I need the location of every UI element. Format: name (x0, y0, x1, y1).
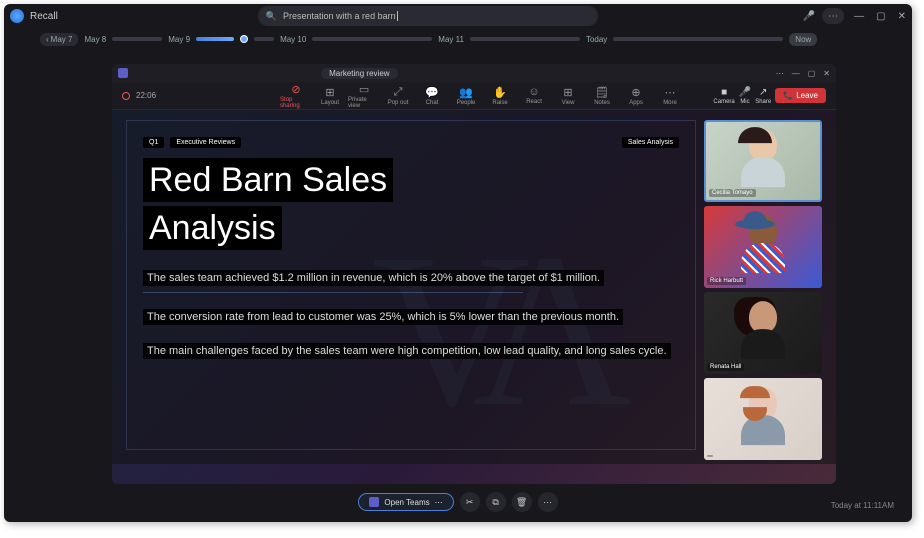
timeline-date[interactable]: May 8 (84, 35, 106, 44)
mic-button[interactable]: 🎤Mic (739, 87, 751, 105)
slide-paragraph: The conversion rate from lead to custome… (143, 307, 679, 327)
participant-name (707, 455, 713, 457)
teams-more-icon[interactable]: ⋯ (776, 69, 784, 78)
toolbar-more-button[interactable]: ⋯More (654, 83, 686, 109)
teams-window: Marketing review ⋯ — ▢ ✕ 22:06 ⊘Stop sha… (112, 64, 836, 464)
shared-slide: Q1 Executive Reviews Sales Analysis Red … (126, 120, 696, 450)
timeline[interactable]: ‹ May 7 May 8 May 9 May 10 May 11 Today … (4, 28, 912, 50)
toolbar-private-view-button[interactable]: ▭Private view (348, 83, 380, 109)
timeline-segment[interactable] (254, 37, 274, 41)
slide-paragraph: The sales team achieved $1.2 million in … (143, 268, 679, 288)
toolbar-react-button[interactable]: ☺React (518, 83, 550, 109)
teams-close-icon[interactable]: ✕ (823, 69, 830, 78)
search-value: Presentation with a red barn (283, 11, 396, 21)
copy-button[interactable]: ⧉ (486, 492, 506, 512)
teams-logo-icon (118, 68, 128, 78)
toolbar-layout-button[interactable]: ⊞Layout (314, 83, 346, 109)
divider (143, 292, 523, 293)
slide-tag: Executive Reviews (170, 137, 241, 148)
recall-logo-icon (10, 9, 24, 23)
teams-minimize-icon[interactable]: — (792, 69, 800, 78)
search-icon: 🔍 (266, 11, 277, 22)
toolbar-chat-button[interactable]: 💬Chat (416, 83, 448, 109)
share-button[interactable]: ↗Share (755, 87, 771, 105)
timeline-date[interactable]: May 10 (280, 35, 306, 44)
snapshot-viewport: VA Marketing review ⋯ — ▢ ✕ 22:06 ⊘Stop … (112, 64, 836, 484)
minimize-button[interactable]: — (854, 11, 864, 22)
slide-tag: Q1 (143, 137, 164, 148)
slide-tag: Sales Analysis (622, 137, 679, 148)
timeline-segment[interactable] (112, 37, 162, 41)
teams-logo-icon (369, 497, 379, 507)
maximize-button[interactable]: ▢ (876, 11, 885, 22)
app-name: Recall (30, 11, 58, 22)
slide-paragraph: The main challenges faced by the sales t… (143, 341, 679, 361)
participant-video[interactable]: Cecilia Tomayo (704, 120, 822, 202)
toolbar-pop-out-button[interactable]: ⤢Pop out (382, 83, 414, 109)
participant-name: Cecilia Tomayo (709, 189, 756, 197)
timeline-date[interactable]: Today (586, 35, 607, 44)
toolbar-raise-button[interactable]: ✋Raise (484, 83, 516, 109)
toolbar-apps-button[interactable]: ⊕Apps (620, 83, 652, 109)
timeline-now-button[interactable]: Now (789, 33, 817, 46)
timeline-segment[interactable] (613, 37, 783, 41)
delete-button[interactable]: 🗑 (512, 492, 532, 512)
open-app-button[interactable]: Open Teams ⋯ (358, 493, 453, 511)
crop-button[interactable]: ✂ (460, 492, 480, 512)
leave-button[interactable]: 📞 Leave (775, 88, 826, 103)
toolbar-people-button[interactable]: 👥People (450, 83, 482, 109)
participant-video[interactable] (704, 378, 822, 460)
timeline-segment[interactable] (312, 37, 432, 41)
participant-video[interactable]: Renata Hall (704, 292, 822, 374)
participant-video[interactable]: Rick Harbutt (704, 206, 822, 288)
timeline-segment[interactable] (470, 37, 580, 41)
recording-icon (122, 92, 130, 100)
chevron-down-icon: ⋯ (435, 498, 443, 507)
snapshot-timestamp: Today at 11:11AM (831, 501, 894, 510)
meeting-timer: 22:06 (136, 91, 156, 100)
timeline-date[interactable]: May 11 (438, 35, 464, 44)
participant-strip: Cecilia Tomayo Rick Harbutt Renata Hall (704, 120, 822, 460)
toolbar-stop-sharing-button[interactable]: ⊘Stop sharing (280, 83, 312, 109)
timeline-date[interactable]: May 9 (168, 35, 190, 44)
timeline-playhead[interactable] (240, 35, 248, 43)
search-input[interactable]: 🔍 Presentation with a red barn (258, 6, 598, 26)
timeline-back-button[interactable]: ‹ May 7 (40, 33, 78, 46)
slide-title: Red Barn Sales Analysis (143, 158, 679, 254)
participant-name: Rick Harbutt (707, 277, 746, 285)
search-more-button[interactable]: ⋯ (822, 8, 844, 24)
camera-button[interactable]: ■Camera (713, 87, 734, 105)
mic-icon[interactable]: 🎤 (800, 7, 818, 25)
meeting-title: Marketing review (321, 68, 397, 79)
teams-maximize-icon[interactable]: ▢ (808, 69, 816, 78)
toolbar-notes-button[interactable]: 🗒Notes (586, 83, 618, 109)
participant-name: Renata Hall (707, 363, 744, 371)
more-button[interactable]: ⋯ (538, 492, 558, 512)
toolbar-view-button[interactable]: ⊞View (552, 83, 584, 109)
close-button[interactable]: ✕ (898, 11, 906, 22)
timeline-segment[interactable] (196, 37, 234, 41)
